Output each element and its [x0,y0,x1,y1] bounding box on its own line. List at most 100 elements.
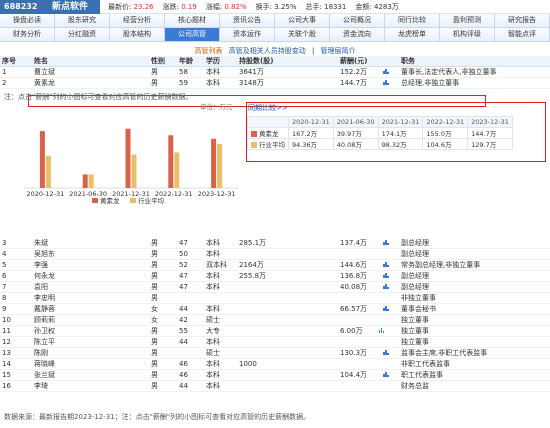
nav-tab-公司概况[interactable]: 公司概况 [330,14,385,28]
cell-text: 59 [179,79,188,87]
column-header: 姓名 [32,56,149,67]
exec-name[interactable]: 李琦 [34,382,48,390]
cell-text: 58 [179,68,188,76]
exec-name[interactable]: 吴旭东 [34,250,55,258]
cell-text: 独立董事 [401,316,429,324]
cell-text: 本科 [206,250,220,258]
table-cell: 6 [0,270,32,282]
table-cell[interactable]: 朱斌 [32,238,149,249]
table-cell[interactable]: 顾莉莉 [32,314,149,326]
salary-chart-icon[interactable] [383,68,389,74]
table-cell[interactable]: 陈刚 [32,347,149,359]
nav-tab-股东研究[interactable]: 股东研究 [55,14,110,28]
stat-value: 18331 [324,2,347,11]
exec-name[interactable]: 李强 [34,261,48,269]
column-header: 性别 [149,56,177,67]
table-cell: 本科 [204,281,237,293]
table-cell: 硕士 [204,314,237,326]
cell-text: 5 [2,261,7,269]
table-cell: 男 [149,270,177,282]
table-cell[interactable]: 李忠明 [32,292,149,304]
table-row: 8 李忠明 男 非独立董事 [0,292,550,304]
table-cell: 8 [0,292,32,304]
cell-text: 9 [2,305,7,313]
exec-name[interactable]: 曹立斌 [34,68,55,76]
salary-chart-icon[interactable] [383,371,389,377]
table-cell[interactable]: 陈立平 [32,336,149,348]
nav-tab-资金流向[interactable]: 资金流向 [330,28,385,42]
nav-tab-经营分析[interactable]: 经营分析 [110,14,165,28]
nav-tab-智能点评[interactable]: 智能点评 [495,28,550,42]
exec-name[interactable]: 袁阳 [34,283,48,291]
nav-tab-研究报告[interactable]: 研究报告 [495,14,550,28]
table-cell: 44 [177,303,204,315]
tab-holding-changes[interactable]: 高管及相关人员持股变动 [229,47,306,55]
salary-chart-icon[interactable] [383,261,389,267]
salary-chart-icon[interactable] [383,349,389,355]
exec-name[interactable]: 朱斌 [34,239,48,247]
table-cell[interactable]: 何永龙 [32,270,149,282]
nav-tab-关联个股[interactable]: 关联个股 [275,28,330,42]
exec-name[interactable]: 何永龙 [34,272,55,280]
exec-name[interactable]: 李忠明 [34,294,55,302]
exec-name[interactable]: 戴静蓉 [34,305,55,313]
table-cell[interactable]: 孙卫权 [32,325,149,337]
nav-tab-龙虎榜单[interactable]: 龙虎榜单 [385,28,440,42]
salary-chart-icon[interactable] [378,327,385,333]
table-cell[interactable]: 张兰斌 [32,369,149,381]
table-cell[interactable]: 蒋晓峰 [32,358,149,370]
table-cell [177,292,204,304]
table-cell: 副总经理 [399,281,550,293]
nav-tab-操盘必读[interactable]: 操盘必读 [0,14,55,28]
exec-name[interactable]: 陈刚 [34,349,48,357]
table-cell[interactable]: 戴静蓉 [32,303,149,315]
stat-value: 0.82% [224,2,247,11]
nav-tab-公司高管[interactable]: 公司高管 [165,28,220,42]
salary-chart-icon[interactable] [383,79,389,85]
exec-name[interactable]: 黄素龙 [34,79,55,87]
table-cell[interactable]: 曹立斌 [32,66,149,78]
table-cell [237,303,338,315]
nav-tab-核心题材[interactable]: 核心题材 [165,14,220,28]
nav-tab-机构评级[interactable]: 机构评级 [440,28,495,42]
salary-chart-icon[interactable] [383,305,389,311]
cell-text: 144.6万 [340,261,368,269]
table-cell[interactable]: 袁阳 [32,281,149,293]
table-cell: 本科 [204,270,237,282]
table-cell: 104.4万 [338,369,399,381]
table-row: 12 陈立平 男 44 本科 独立董事 [0,336,550,348]
table-cell: 130.3万 [338,347,399,359]
nav-tab-资本运作[interactable]: 资本运作 [220,28,275,42]
tab-mgmt-intro[interactable]: 管理层简介 [321,47,356,55]
nav-tab-同行比较[interactable]: 同行比较 [385,14,440,28]
nav-tab-财务分析[interactable]: 财务分析 [0,28,55,42]
table-cell: 42 [177,314,204,326]
nav-tab-股本结构[interactable]: 股本结构 [110,28,165,42]
table-cell[interactable]: 李琦 [32,380,149,392]
cell-text: 152.2万 [340,68,368,76]
exec-name[interactable]: 张兰斌 [34,371,55,379]
exec-name[interactable]: 蒋晓峰 [34,360,55,368]
salary-chart-icon[interactable] [383,272,389,278]
nav-tab-盈利预测[interactable]: 盈利预测 [440,14,495,28]
table-cell[interactable]: 李强 [32,259,149,271]
table-row: 3 朱斌 男 47 本科 285.1万 137.4万 副总经理 [0,238,550,249]
cell-text: 55 [179,327,188,335]
salary-chart-icon[interactable] [383,283,389,289]
nav-tab-资讯公告[interactable]: 资讯公告 [220,14,275,28]
exec-name[interactable]: 陈立平 [34,338,55,346]
table-cell [338,314,399,326]
tab-exec-list[interactable]: 高管列表 [194,47,222,55]
table-cell[interactable]: 吴旭东 [32,248,149,260]
stock-code: 688232 [0,0,48,14]
nav-tab-公司大事[interactable]: 公司大事 [275,14,330,28]
table-cell: 职工代表监事 [399,369,550,381]
cell-text: 44 [179,338,188,346]
salary-chart-icon[interactable] [383,239,389,245]
cell-text: 50 [179,250,188,258]
exec-name[interactable]: 顾莉莉 [34,316,55,324]
table-cell[interactable]: 黄素龙 [32,77,149,89]
nav-tab-分红融资[interactable]: 分红融资 [55,28,110,42]
table-cell: 2164万 [237,259,338,271]
exec-name[interactable]: 孙卫权 [34,327,55,335]
